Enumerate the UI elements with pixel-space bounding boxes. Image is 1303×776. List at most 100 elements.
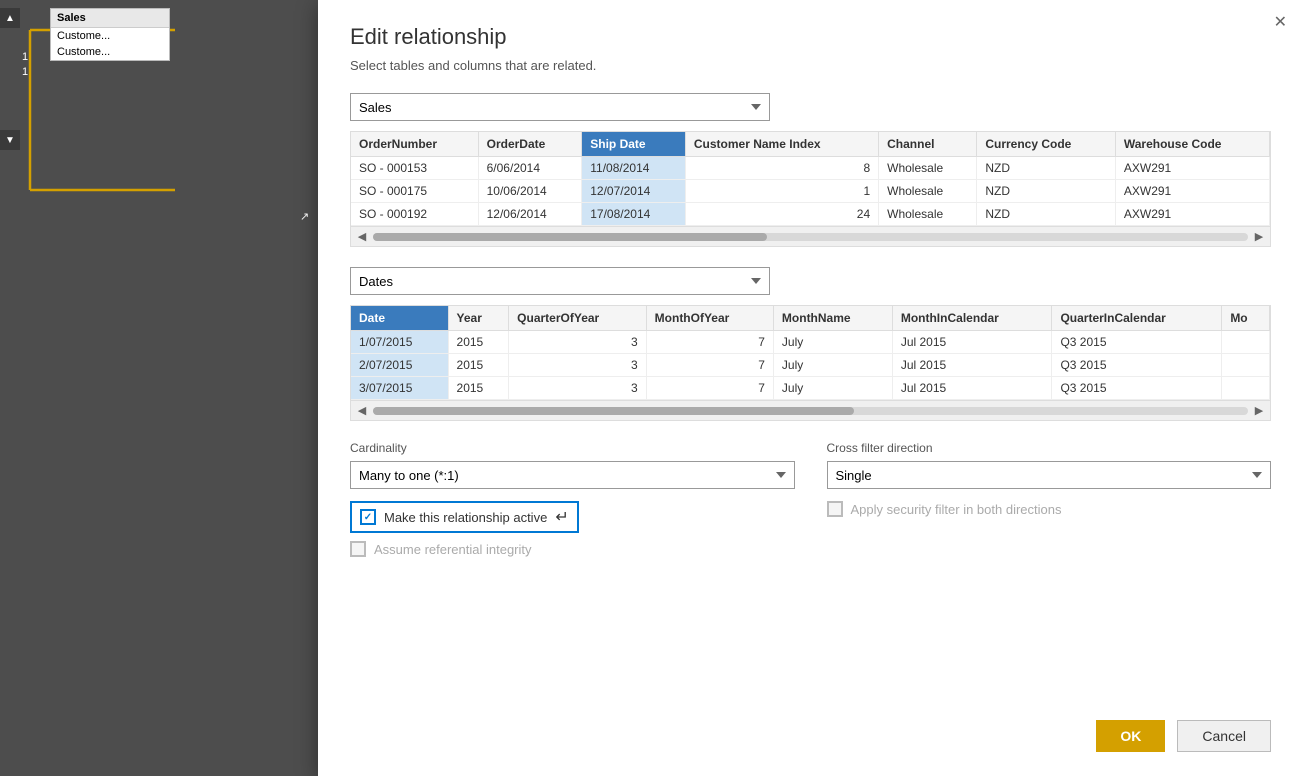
col-date: Date [351,306,448,331]
scrollbar-track[interactable] [373,233,1248,241]
active-checkbox-label: Make this relationship active [384,510,547,525]
cell: 1 [685,180,878,203]
col-quarter-in-calendar: QuarterInCalendar [1052,306,1222,331]
cell: 3 [509,354,646,377]
table-row: 2/07/2015 2015 3 7 July Jul 2015 Q3 2015 [351,354,1270,377]
active-checkbox-box[interactable]: ✓ [360,509,376,525]
table2-dropdown-row: Dates [350,267,1271,295]
cell-highlighted: 11/08/2014 [582,157,686,180]
canvas-scroll-down[interactable]: ▼ [0,130,20,150]
table2-header-row: Date Year QuarterOfYear MonthOfYear Mont… [351,306,1270,331]
cell: Q3 2015 [1052,377,1222,400]
security-checkbox-box[interactable] [827,501,843,517]
cell-highlighted: 12/07/2014 [582,180,686,203]
cardinality-select[interactable]: Many to one (*:1) One to one (1:1) One t… [350,461,795,489]
canvas-area: ▲ ▼ 1 1 ↗ Sales Custome... Custome... [0,0,318,776]
col-mo: Mo [1222,306,1270,331]
cell [1222,354,1270,377]
cell [1222,377,1270,400]
scroll-left-icon[interactable]: ◀ [353,228,371,246]
cell: NZD [977,203,1116,226]
table1-scrollbar[interactable]: ◀ ▶ [351,226,1270,246]
col-month-in-calendar: MonthInCalendar [892,306,1052,331]
modal-footer: OK Cancel [350,704,1271,752]
security-filter-row: Apply security filter in both directions [827,501,1272,517]
active-relationship-checkbox-container[interactable]: ✓ Make this relationship active ↵ [350,501,579,533]
cell: SO - 000153 [351,157,478,180]
cell [1222,331,1270,354]
scrollbar-thumb[interactable] [373,233,767,241]
cell: July [773,331,892,354]
canvas-scroll-up[interactable]: ▲ [0,8,20,28]
table1-header-row: OrderNumber OrderDate Ship Date Customer… [351,132,1270,157]
cancel-button[interactable]: Cancel [1177,720,1271,752]
cell: 8 [685,157,878,180]
table-row: 1/07/2015 2015 3 7 July Jul 2015 Q3 2015 [351,331,1270,354]
ok-button[interactable]: OK [1096,720,1165,752]
cell-highlighted: 2/07/2015 [351,354,448,377]
col-channel: Channel [879,132,977,157]
checkbox-section: ✓ Make this relationship active ↵ Assume… [350,501,795,557]
table2-scrollbar[interactable]: ◀ ▶ [351,400,1270,420]
cell: Q3 2015 [1052,331,1222,354]
scrollbar-thumb-2[interactable] [373,407,854,415]
cell: SO - 000175 [351,180,478,203]
cell: AXW291 [1115,157,1269,180]
svg-text:1: 1 [22,51,28,63]
security-checkbox-label: Apply security filter in both directions [851,502,1062,517]
cross-filter-label: Cross filter direction [827,441,1272,455]
cardinality-label: Cardinality [350,441,795,455]
modal-subtitle: Select tables and columns that are relat… [350,58,1271,73]
col-order-number: OrderNumber [351,132,478,157]
table-row: SO - 000153 6/06/2014 11/08/2014 8 Whole… [351,157,1270,180]
table1-dropdown-row: Sales [350,93,1271,121]
security-checkbox-container[interactable]: Apply security filter in both directions [827,501,1062,517]
scroll-left-2-icon[interactable]: ◀ [353,402,371,420]
cell: Jul 2015 [892,331,1052,354]
table1-wrapper: OrderNumber OrderDate Ship Date Customer… [350,131,1271,247]
cardinality-group: Cardinality Many to one (*:1) One to one… [350,441,795,489]
col-month-name: MonthName [773,306,892,331]
table-row: 3/07/2015 2015 3 7 July Jul 2015 Q3 2015 [351,377,1270,400]
cell: 6/06/2014 [478,157,582,180]
col-warehouse-code: Warehouse Code [1115,132,1269,157]
scrollbar-track-2[interactable] [373,407,1248,415]
cross-filter-group: Cross filter direction Single Both [827,441,1272,489]
cell-highlighted: 3/07/2015 [351,377,448,400]
cell: July [773,377,892,400]
cell: 12/06/2014 [478,203,582,226]
cell: Wholesale [879,180,977,203]
cell: Jul 2015 [892,377,1052,400]
table2-dropdown[interactable]: Dates [350,267,770,295]
cell: 7 [646,354,773,377]
scroll-right-2-icon[interactable]: ▶ [1250,402,1268,420]
cell-highlighted: 17/08/2014 [582,203,686,226]
table1-dropdown[interactable]: Sales [350,93,770,121]
referential-checkbox-container[interactable]: Assume referential integrity [350,541,532,557]
cell: Jul 2015 [892,354,1052,377]
svg-text:1: 1 [22,66,28,78]
col-currency-code: Currency Code [977,132,1116,157]
cursor-icon: ↵ [555,507,568,527]
active-relationship-row: ✓ Make this relationship active ↵ [350,501,795,533]
cell: Wholesale [879,203,977,226]
cell: July [773,354,892,377]
referential-integrity-row: Assume referential integrity [350,541,795,557]
cell: 2015 [448,331,509,354]
cell-highlighted: 1/07/2015 [351,331,448,354]
cell: NZD [977,180,1116,203]
cell: 7 [646,331,773,354]
svg-text:↗: ↗ [300,211,309,220]
modal-title: Edit relationship [350,24,1271,50]
bottom-controls: Cardinality Many to one (*:1) One to one… [350,441,1271,565]
cross-filter-select[interactable]: Single Both [827,461,1272,489]
scroll-right-icon[interactable]: ▶ [1250,228,1268,246]
security-checkbox-section: Apply security filter in both directions [827,501,1272,517]
col-ship-date: Ship Date [582,132,686,157]
cell: 10/06/2014 [478,180,582,203]
col-order-date: OrderDate [478,132,582,157]
checkbox-checkmark: ✓ [364,512,372,523]
referential-checkbox-box[interactable] [350,541,366,557]
canvas-card-1: Sales Custome... Custome... [50,8,170,61]
close-button[interactable]: ✕ [1274,12,1287,32]
